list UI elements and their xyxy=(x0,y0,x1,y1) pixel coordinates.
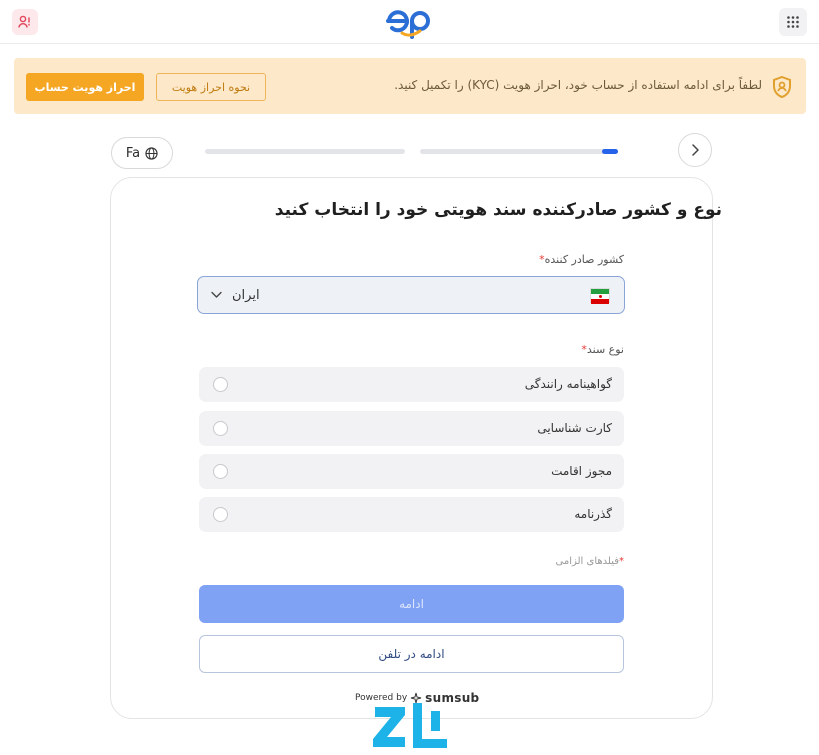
how-to-verify-button[interactable]: نحوه احراز هویت xyxy=(156,73,266,101)
option-passport[interactable]: گذرنامه xyxy=(199,497,624,532)
language-label: Fa xyxy=(125,145,141,161)
option-label: گواهینامه رانندگی xyxy=(524,377,612,391)
apps-grid-icon[interactable] xyxy=(779,8,807,36)
user-icon-glyph xyxy=(18,15,30,28)
option-label: گذرنامه xyxy=(574,507,612,521)
user-icon[interactable] xyxy=(12,9,38,35)
option-driving-license[interactable]: گواهینامه رانندگی xyxy=(199,367,624,402)
radio-button[interactable] xyxy=(213,377,228,392)
globe-icon xyxy=(145,146,158,160)
continue-on-phone-button[interactable]: ادامه در تلفن xyxy=(199,635,624,673)
progress-step-2-fill xyxy=(602,149,618,154)
required-fields-note: *فیلدهای الزامی xyxy=(556,556,625,567)
document-type-label: نوع سند* xyxy=(581,343,624,356)
verify-account-button[interactable]: احراز هویت حساب xyxy=(26,73,144,101)
required-fields-text: فیلدهای الزامی xyxy=(555,556,620,567)
language-selector[interactable]: Fa xyxy=(111,137,173,169)
radio-button[interactable] xyxy=(213,507,228,522)
ep-logo xyxy=(386,10,430,39)
progress-step-1 xyxy=(205,149,405,154)
option-id-card[interactable]: کارت شناسایی xyxy=(199,411,624,446)
next-arrow-button[interactable] xyxy=(678,133,712,167)
radio-button[interactable] xyxy=(213,464,228,479)
option-label: کارت شناسایی xyxy=(537,421,612,435)
chevron-right-icon xyxy=(692,144,699,156)
country-value: ایران xyxy=(232,288,260,303)
watermark-logo xyxy=(373,703,447,748)
form-title: نوع و کشور صادرکننده سند هویتی خود را ان… xyxy=(274,200,722,220)
shield-user-icon xyxy=(773,75,791,99)
grid-icon xyxy=(787,16,799,28)
continue-button[interactable]: ادامه xyxy=(199,585,624,623)
country-select[interactable]: ایران xyxy=(197,276,625,314)
country-label-text: کشور صادر کننده xyxy=(544,253,624,266)
banner-message: لطفاً برای ادامه استفاده از حساب خود، اح… xyxy=(394,78,762,92)
radio-button[interactable] xyxy=(213,421,228,436)
option-residence-permit[interactable]: مجوز اقامت xyxy=(199,454,624,489)
country-label: کشور صادر کننده* xyxy=(539,253,624,266)
option-label: مجوز اقامت xyxy=(551,464,612,478)
top-bar xyxy=(0,0,819,44)
required-mark: * xyxy=(619,556,624,567)
progress-step-2 xyxy=(420,149,618,154)
iran-flag-icon xyxy=(590,288,610,304)
document-type-label-text: نوع سند xyxy=(586,343,624,356)
chevron-down-icon xyxy=(211,291,222,298)
